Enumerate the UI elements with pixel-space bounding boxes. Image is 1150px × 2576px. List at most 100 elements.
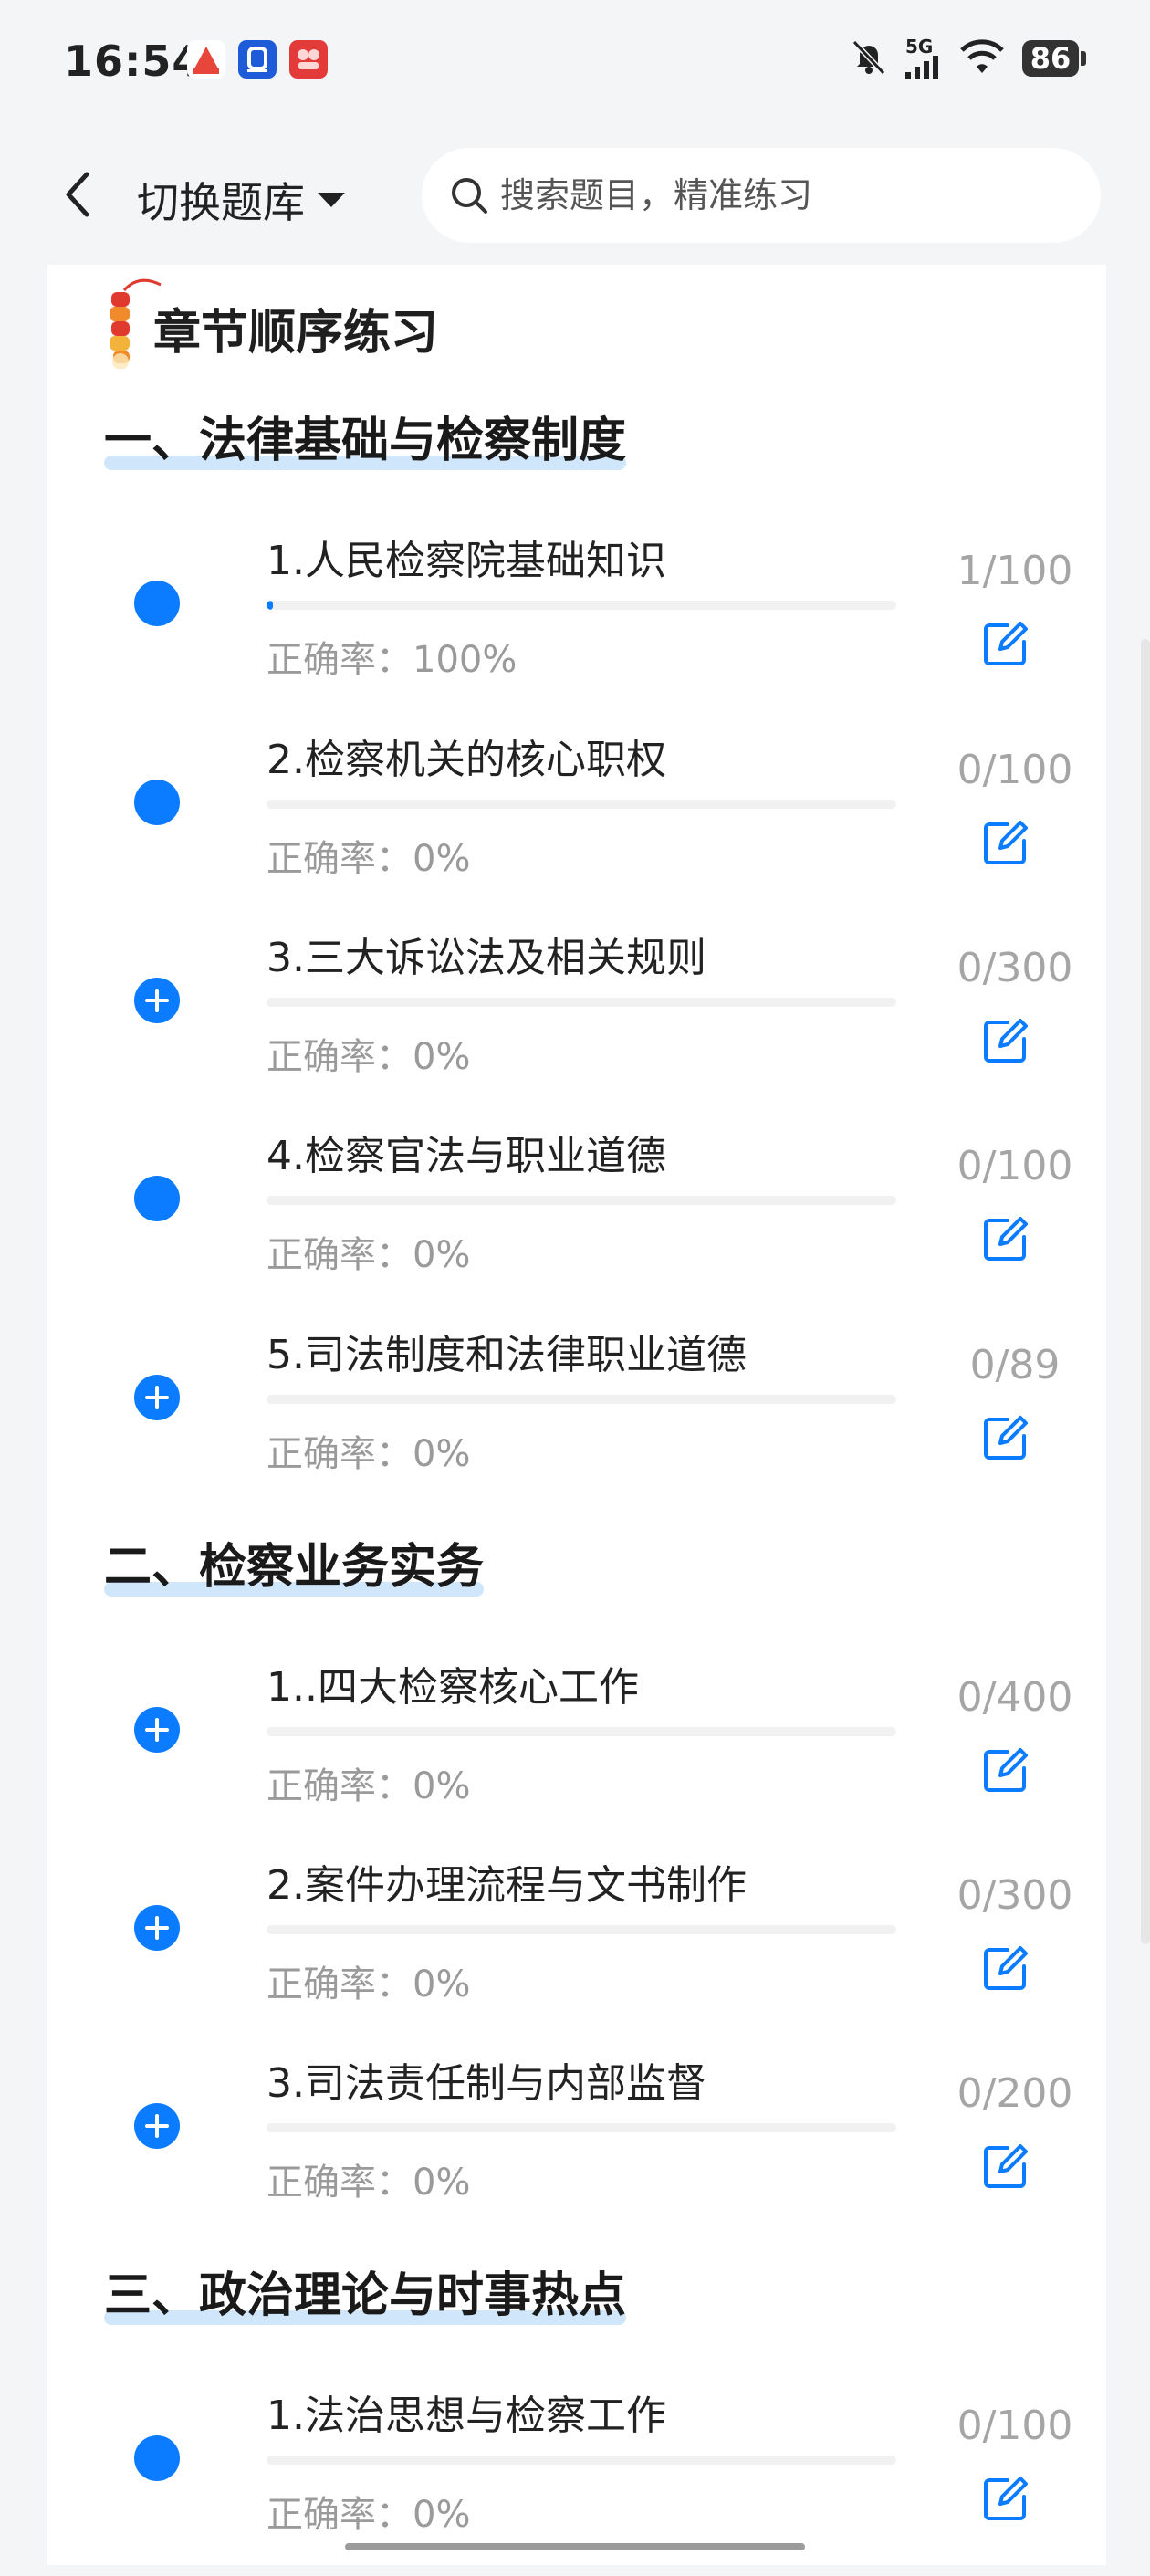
top-nav: 切换题库 (0, 128, 1150, 265)
question-count: 0/300 (957, 1872, 1073, 1919)
chapter-item[interactable]: 1..四大检察核心工作 正确率：0% 0/400 (47, 1649, 1106, 1848)
search-input[interactable] (498, 174, 1050, 216)
section-title: 三、政治理论与时事热点 (104, 2268, 627, 2325)
practice-button[interactable] (974, 1738, 1038, 1802)
question-count: 0/300 (957, 945, 1073, 991)
progress-bar (267, 1727, 896, 1736)
search-icon (452, 178, 487, 214)
question-count: 0/400 (957, 1674, 1073, 1721)
edit-icon (984, 821, 1028, 864)
section-title: 二、检察业务实务 (104, 1540, 485, 1597)
chapter-name: 2.案件办理流程与文书制作 (267, 1862, 747, 1909)
progress-bar (267, 1395, 896, 1404)
status-bar: 16:54 5G 86 (0, 0, 1150, 128)
accuracy-text: 正确率：100% (267, 639, 518, 681)
practice-button[interactable] (974, 612, 1038, 675)
app-icon-1 (187, 40, 225, 79)
progress-bar (267, 601, 896, 610)
practice-button[interactable] (974, 1009, 1038, 1073)
practice-button[interactable] (974, 2466, 1038, 2530)
accuracy-text: 正确率：0% (267, 1036, 471, 1078)
practice-button[interactable] (974, 811, 1038, 874)
battery-level: 86 (1022, 40, 1079, 77)
expand-plus-icon[interactable] (134, 1905, 180, 1951)
chevron-left-icon (66, 172, 89, 217)
switch-bank-dropdown[interactable]: 切换题库 (137, 170, 347, 230)
status-time: 16:54 (64, 37, 203, 86)
chapter-name: 1.人民检察院基础知识 (267, 538, 666, 584)
practice-button[interactable] (974, 1207, 1038, 1271)
question-count: 0/200 (957, 2070, 1073, 2117)
chapter-name: 4.检察官法与职业道德 (267, 1133, 666, 1179)
back-button[interactable] (50, 162, 105, 226)
chapter-item[interactable]: 3.三大诉讼法及相关规则 正确率：0% 0/300 (47, 919, 1106, 1118)
progress-bar (267, 998, 896, 1007)
page-heading: 章节顺序练习 (153, 306, 439, 361)
app-icon-2 (238, 40, 277, 79)
bell-off-icon (849, 37, 889, 80)
caret-down-icon (318, 193, 345, 207)
chapter-name: 1.法治思想与检察工作 (267, 2393, 666, 2439)
edit-icon (984, 1946, 1028, 1990)
edit-icon (984, 1019, 1028, 1063)
practice-button[interactable] (974, 1936, 1038, 2000)
battery-icon: 86 (1022, 40, 1086, 77)
chapter-item[interactable]: 1.人民检察院基础知识 正确率：100% 1/100 (47, 522, 1106, 721)
chapter-name: 5.司法制度和法律职业道德 (267, 1332, 747, 1378)
question-count: 0/100 (957, 1143, 1073, 1189)
switch-bank-label: 切换题库 (137, 178, 305, 227)
chapter-name: 3.三大诉讼法及相关规则 (267, 935, 706, 981)
home-indicator[interactable] (345, 2543, 805, 2550)
signal-icon: 5G (905, 37, 942, 79)
status-right: 5G 86 (849, 37, 1086, 80)
expand-plus-icon[interactable] (134, 978, 180, 1023)
section-title: 一、法律基础与检察制度 (104, 414, 627, 470)
search-bar[interactable] (422, 148, 1101, 243)
practice-button[interactable] (974, 2134, 1038, 2198)
edit-icon (984, 622, 1028, 665)
question-count: 0/100 (957, 747, 1073, 793)
chapter-name: 3.司法责任制与内部监督 (267, 2060, 706, 2107)
accuracy-text: 正确率：0% (267, 2494, 471, 2536)
accuracy-text: 正确率：0% (267, 1234, 471, 1276)
question-count: 0/89 (969, 1342, 1061, 1388)
edit-icon (984, 1416, 1028, 1460)
expand-plus-icon[interactable] (134, 2103, 180, 2149)
practice-button[interactable] (974, 1406, 1038, 1470)
accuracy-text: 正确率：0% (267, 1433, 471, 1475)
status-dot-icon (134, 581, 180, 626)
progress-bar (267, 800, 896, 809)
edit-icon (984, 1217, 1028, 1261)
chapter-name: 2.检察机关的核心职权 (267, 737, 666, 783)
accuracy-text: 正确率：0% (267, 2162, 471, 2204)
chapter-item[interactable]: 2.检察机关的核心职权 正确率：0% 0/100 (47, 721, 1106, 920)
progress-bar (267, 2456, 896, 2465)
status-dot-icon (134, 1176, 180, 1221)
question-count: 0/100 (957, 2403, 1073, 2449)
expand-plus-icon[interactable] (134, 1707, 180, 1753)
progress-bar (267, 2123, 896, 2132)
wifi-icon (958, 38, 1006, 79)
progress-fill (267, 601, 273, 610)
edit-icon (984, 2144, 1028, 2188)
accuracy-text: 正确率：0% (267, 838, 471, 880)
progress-bar (267, 1196, 896, 1205)
app-icon-3 (289, 40, 328, 79)
network-type: 5G (905, 36, 934, 58)
progress-bar (267, 1925, 896, 1934)
chapter-item[interactable]: 3.司法责任制与内部监督 正确率：0% 0/200 (47, 2045, 1106, 2244)
edit-icon (984, 1748, 1028, 1792)
status-dot-icon (134, 780, 180, 825)
status-app-icons (187, 40, 328, 79)
chapter-item[interactable]: 5.司法制度和法律职业道德 正确率：0% 0/89 (47, 1316, 1106, 1515)
scrollbar[interactable] (1141, 639, 1150, 1944)
accuracy-text: 正确率：0% (267, 1765, 471, 1807)
expand-plus-icon[interactable] (134, 1375, 180, 1420)
question-count: 1/100 (957, 548, 1073, 594)
accuracy-text: 正确率：0% (267, 1963, 471, 2005)
chapter-name: 1..四大检察核心工作 (267, 1664, 639, 1711)
status-dot-icon (134, 2435, 180, 2481)
chapter-item[interactable]: 4.检察官法与职业道德 正确率：0% 0/100 (47, 1117, 1106, 1316)
edit-icon (984, 2477, 1028, 2520)
chapter-item[interactable]: 2.案件办理流程与文书制作 正确率：0% 0/300 (47, 1847, 1106, 2046)
